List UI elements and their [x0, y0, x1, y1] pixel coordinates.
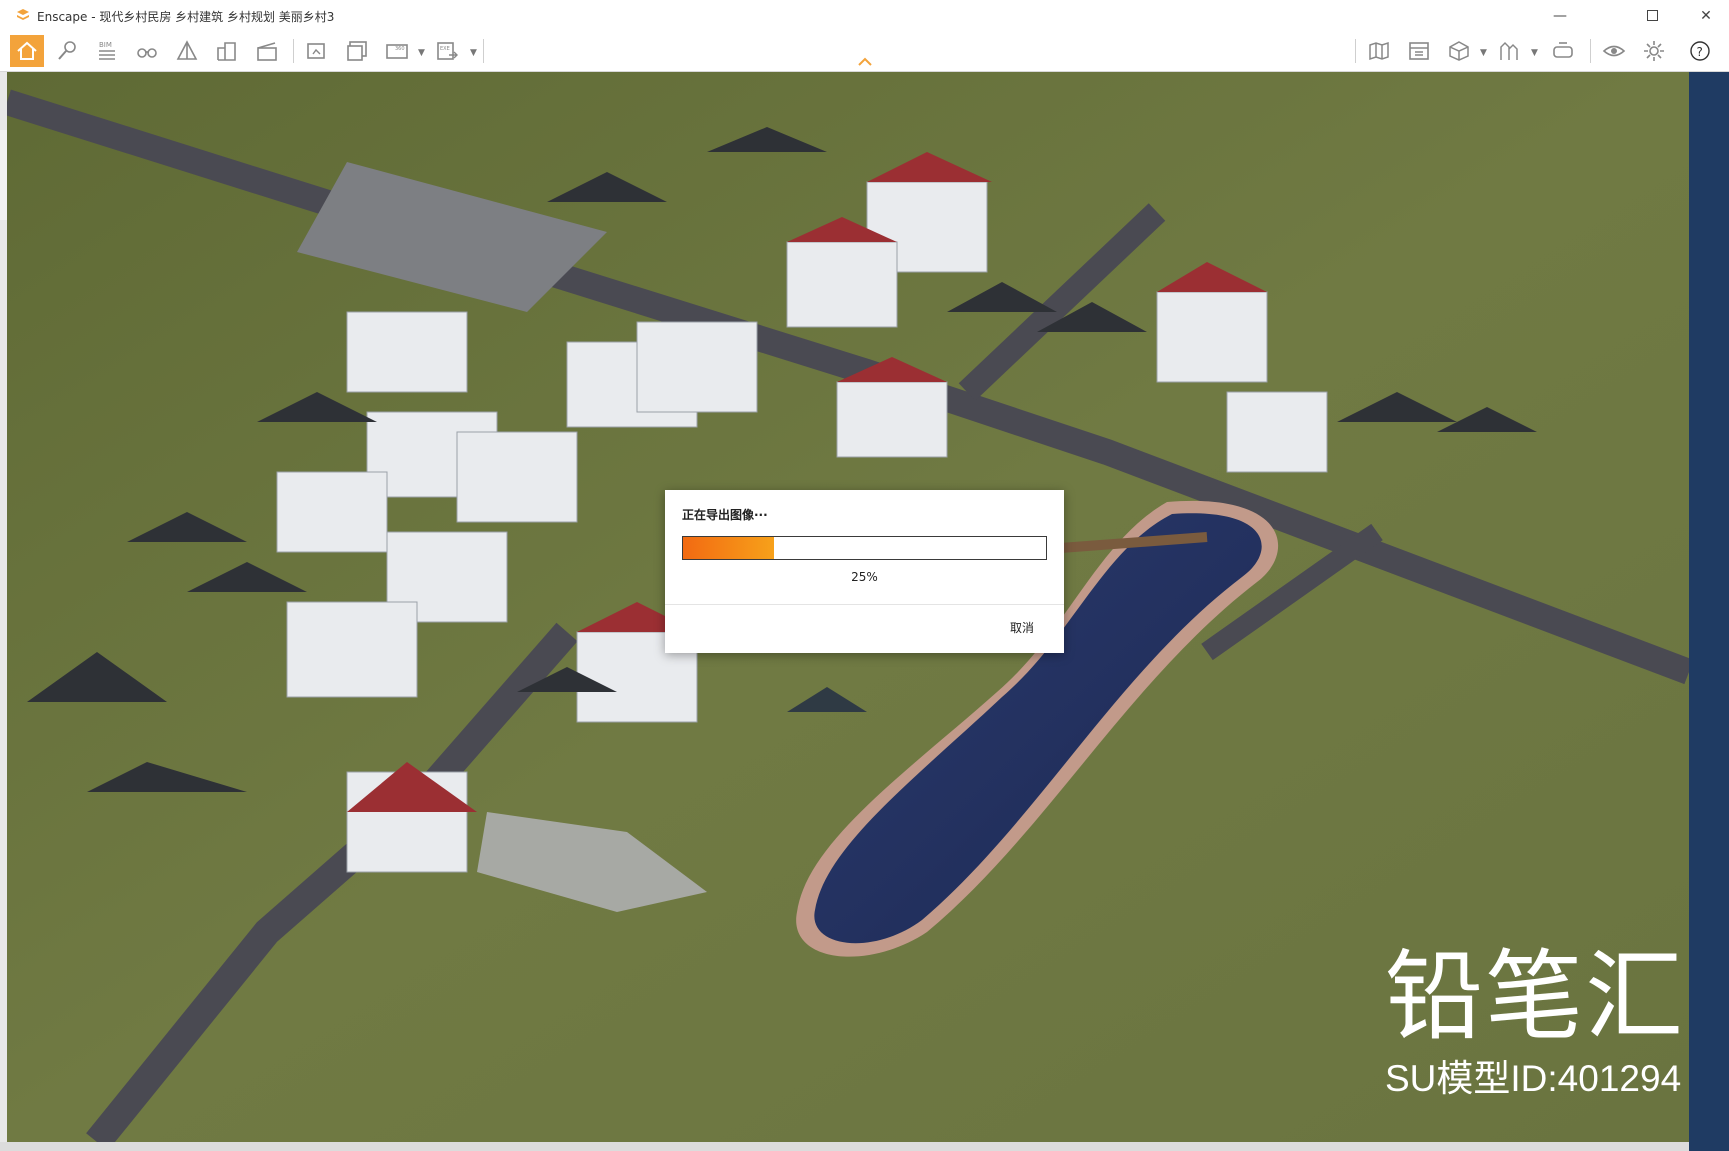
walk-mode-icon	[58, 41, 76, 60]
svg-text:360: 360	[395, 46, 405, 52]
panorama-button[interactable]: 360	[380, 35, 414, 67]
settings-icon	[1644, 41, 1664, 61]
vr-headset-icon	[1553, 42, 1573, 58]
visual-settings-icon	[1602, 45, 1626, 57]
toolbar-separator	[1355, 39, 1356, 63]
view-dropdown-chevron-icon[interactable]: ▼	[1480, 48, 1487, 58]
binoculars-icon	[137, 48, 157, 58]
cancel-button[interactable]: 取消	[1010, 619, 1034, 636]
help-icon: ?	[1690, 41, 1710, 61]
settings-button[interactable]	[1637, 35, 1671, 67]
perspective-button[interactable]	[170, 35, 204, 67]
video-editor-icon	[257, 42, 277, 61]
svg-text:?: ?	[1697, 45, 1703, 59]
maximize-icon	[1646, 10, 1658, 21]
right-window-frame	[1689, 72, 1729, 1151]
maximize-button[interactable]	[1629, 0, 1675, 31]
svg-text:EXE: EXE	[440, 46, 450, 52]
svg-text:BIM: BIM	[99, 41, 112, 49]
video-editor-button[interactable]	[250, 35, 284, 67]
panorama-dropdown-chevron-icon[interactable]: ▼	[418, 48, 425, 58]
collapse-toolbar-chevron-icon[interactable]	[857, 55, 873, 67]
home-icon	[17, 41, 37, 60]
home-button[interactable]	[10, 35, 44, 67]
left-window-edge	[0, 72, 7, 1151]
map-button[interactable]	[1362, 35, 1396, 67]
visual-settings-button[interactable]	[1597, 35, 1631, 67]
bottom-window-edge	[0, 1142, 1689, 1151]
batch-render-button[interactable]	[340, 35, 374, 67]
export-progress-bar	[682, 536, 1047, 560]
view-cube-button[interactable]	[1442, 35, 1476, 67]
toolbar-separator	[293, 39, 294, 63]
minimize-button[interactable]: —	[1537, 0, 1583, 31]
batch-render-icon	[347, 41, 367, 61]
panorama-icon: 360	[386, 44, 408, 59]
binoculars-button[interactable]	[130, 35, 164, 67]
material-button[interactable]	[1493, 35, 1527, 67]
title-bar: Enscape - 现代乡村民房 乡村建筑 乡村规划 美丽乡村3 — ✕	[0, 0, 1729, 31]
buildings-icon	[217, 42, 236, 61]
model-id-watermark: SU模型ID:401294	[1385, 1058, 1682, 1099]
exe-export-icon: EXE	[437, 42, 458, 60]
screenshot-icon	[307, 43, 325, 59]
export-dropdown-chevron-icon[interactable]: ▼	[470, 48, 477, 58]
screenshot-button[interactable]	[300, 35, 334, 67]
buildings-button[interactable]	[210, 35, 244, 67]
window-title: Enscape - 现代乡村民房 乡村建筑 乡村规划 美丽乡村3	[37, 10, 335, 24]
walk-mode-button[interactable]	[50, 35, 84, 67]
bim-button[interactable]: BIM	[90, 35, 124, 67]
enscape-logo-icon	[17, 9, 29, 20]
view-cube-icon	[1449, 41, 1469, 61]
brand-watermark: 铅笔汇	[1385, 940, 1686, 1054]
material-icon	[1500, 41, 1518, 60]
bim-icon: BIM	[99, 41, 115, 60]
asset-library-icon	[1409, 42, 1429, 60]
close-button[interactable]: ✕	[1683, 0, 1729, 31]
perspective-icon	[176, 40, 198, 60]
close-icon: ✕	[1700, 7, 1712, 24]
help-button[interactable]: ?	[1683, 35, 1717, 67]
toolbar-separator	[483, 39, 484, 63]
dialog-divider	[665, 604, 1064, 605]
map-icon	[1369, 41, 1389, 61]
toolbar-separator	[1590, 39, 1591, 63]
left-side-panel-tab	[0, 130, 7, 220]
asset-library-button[interactable]	[1402, 35, 1436, 67]
export-progress-dialog: 正在导出图像··· 25% 取消	[665, 490, 1064, 653]
vr-headset-button[interactable]	[1546, 35, 1580, 67]
exe-export-button[interactable]: EXE	[430, 35, 464, 67]
material-dropdown-chevron-icon[interactable]: ▼	[1531, 48, 1538, 58]
minimize-icon: —	[1553, 7, 1567, 24]
dialog-title: 正在导出图像···	[682, 508, 768, 522]
export-progress-fill	[683, 537, 774, 559]
progress-percent-label: 25%	[851, 570, 878, 584]
